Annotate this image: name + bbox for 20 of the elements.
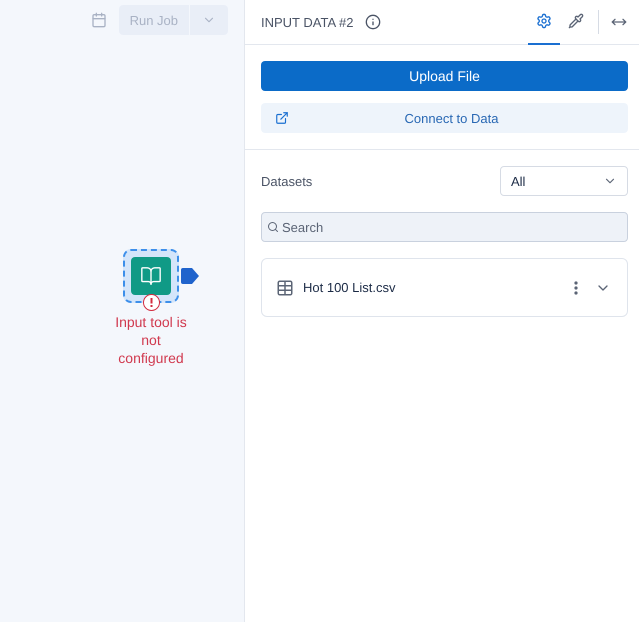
upload-file-button[interactable]: Upload File xyxy=(261,61,628,91)
dataset-card[interactable]: Hot 100 List.csv xyxy=(261,258,628,317)
output-anchor-icon[interactable] xyxy=(181,268,199,284)
search-field[interactable]: Search xyxy=(261,212,628,242)
more-icon xyxy=(574,280,578,294)
filter-dropdown[interactable]: All xyxy=(500,166,628,196)
input-tool-icon xyxy=(131,257,171,295)
panel-title: INPUT DATA #2 xyxy=(261,14,354,30)
error-message: Input tool is not configured xyxy=(114,313,188,367)
pipette-icon xyxy=(568,13,584,29)
dataset-name: Hot 100 List.csv xyxy=(303,280,396,295)
info-icon[interactable] xyxy=(365,14,382,30)
settings-icon xyxy=(536,13,552,29)
table-icon xyxy=(276,278,294,296)
external-link-icon xyxy=(275,111,289,125)
connect-to-data-button[interactable]: Connect to Data xyxy=(261,103,628,133)
tool-node[interactable] xyxy=(123,249,179,303)
search-icon xyxy=(267,221,279,233)
datasets-label: Datasets xyxy=(261,174,312,188)
more-options-button[interactable] xyxy=(574,280,578,294)
